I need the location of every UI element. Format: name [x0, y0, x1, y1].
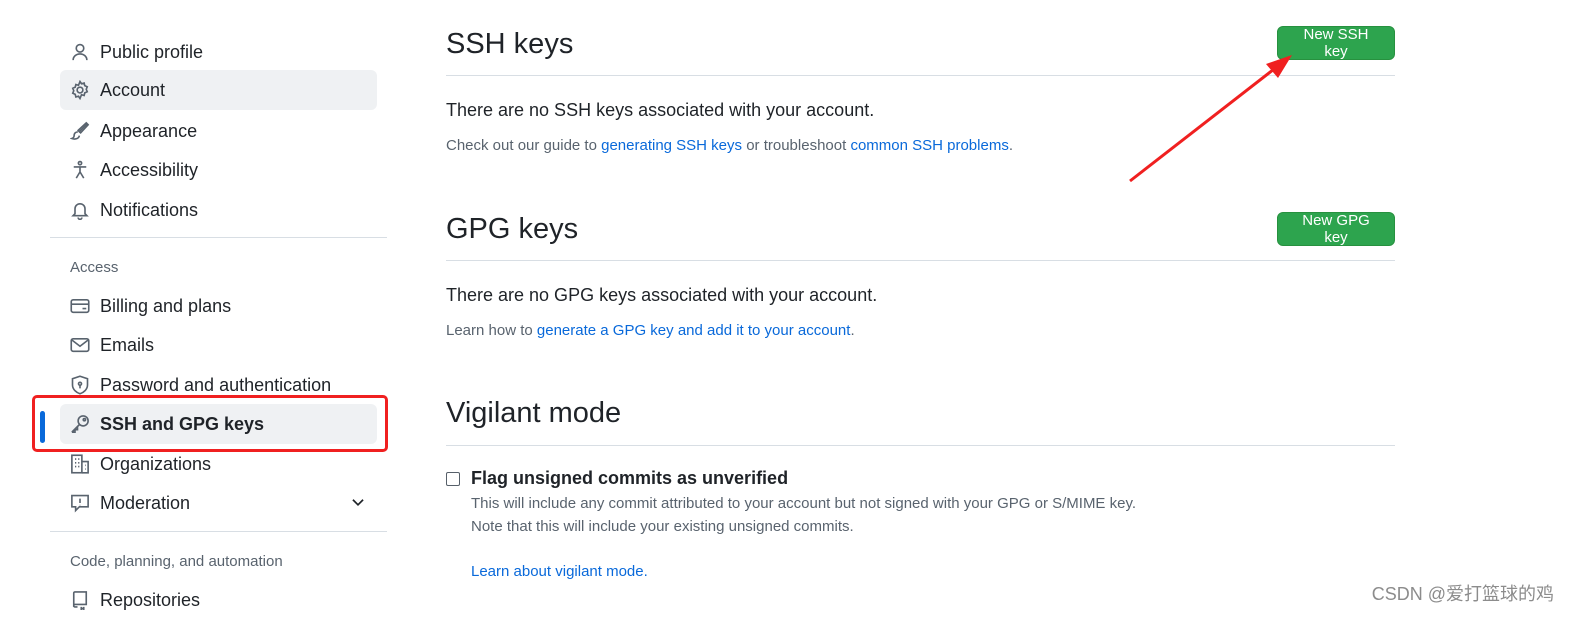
sidebar-item-appearance[interactable]: Appearance	[60, 111, 377, 151]
mail-icon	[70, 335, 90, 355]
sidebar-item-accessibility[interactable]: Accessibility	[60, 150, 377, 190]
vigilant-learn-more: Learn about vigilant mode.	[471, 563, 648, 580]
gear-icon	[70, 80, 90, 100]
section-divider	[446, 260, 1395, 261]
credit-card-icon	[70, 296, 90, 316]
sidebar-item-label: Accessibility	[100, 159, 199, 180]
sidebar-divider	[50, 531, 387, 532]
sidebar-item-moderation[interactable]: Moderation	[60, 483, 377, 523]
flag-unsigned-commits-checkbox[interactable]	[446, 472, 460, 486]
common-ssh-problems-link[interactable]: common SSH problems	[850, 137, 1008, 154]
note-text: .	[643, 563, 648, 580]
section-label-code-planning: Code, planning, and automation	[70, 553, 283, 570]
ssh-guide-note: Check out our guide to generating SSH ke…	[446, 137, 1013, 154]
ssh-keys-title: SSH keys	[446, 28, 574, 60]
sidebar-item-label: Organizations	[100, 453, 212, 474]
gpg-keys-title: GPG keys	[446, 213, 579, 245]
generate-gpg-key-link[interactable]: generate a GPG key and add it to your ac…	[537, 322, 851, 339]
ssh-empty-message: There are no SSH keys associated with yo…	[446, 100, 875, 120]
paintbrush-icon	[70, 121, 90, 141]
sidebar-item-label: Notifications	[100, 199, 199, 220]
sidebar-item-billing[interactable]: Billing and plans	[60, 286, 377, 326]
vigilant-description-1: This will include any commit attributed …	[471, 495, 1137, 512]
generating-ssh-keys-link[interactable]: generating SSH keys	[601, 137, 742, 154]
gpg-empty-message: There are no GPG keys associated with yo…	[446, 285, 878, 305]
sidebar-item-label: Public profile	[100, 41, 204, 62]
flag-unsigned-commits-label[interactable]: Flag unsigned commits as unverified	[471, 468, 788, 489]
organization-icon	[70, 454, 90, 474]
sidebar-item-notifications[interactable]: Notifications	[60, 190, 377, 230]
annotation-highlight-box	[32, 395, 388, 452]
section-divider	[446, 445, 1395, 446]
vigilant-mode-title: Vigilant mode	[446, 397, 622, 429]
sidebar-item-emails[interactable]: Emails	[60, 325, 377, 365]
accessibility-icon	[70, 160, 90, 180]
sidebar-item-label: Account	[100, 79, 166, 100]
sidebar-item-label: Repositories	[100, 589, 201, 610]
repo-icon	[70, 590, 90, 610]
sidebar-item-label: Moderation	[100, 492, 191, 513]
sidebar-item-label: Appearance	[100, 120, 198, 141]
report-icon	[70, 493, 90, 513]
learn-about-vigilant-mode-link[interactable]: Learn about vigilant mode	[471, 563, 644, 580]
person-icon	[70, 42, 90, 62]
sidebar-divider	[50, 237, 387, 238]
sidebar-item-label: Billing and plans	[100, 295, 232, 316]
note-text: or troubleshoot	[742, 137, 851, 154]
new-ssh-key-button[interactable]: New SSH key	[1277, 26, 1395, 60]
section-label-access: Access	[70, 259, 119, 276]
section-divider	[446, 75, 1395, 76]
chevron-down-icon[interactable]	[349, 493, 367, 511]
bell-icon	[70, 200, 90, 220]
note-text: Learn how to	[446, 322, 537, 339]
note-text: Check out our guide to	[446, 137, 602, 154]
watermark: CSDN @爱打篮球的鸡	[1371, 584, 1554, 604]
sidebar-item-label: Emails	[100, 334, 155, 355]
new-gpg-key-button[interactable]: New GPG key	[1277, 212, 1395, 246]
sidebar-item-account[interactable]: Account	[60, 70, 377, 110]
shield-lock-icon	[70, 375, 90, 395]
sidebar-item-repositories[interactable]: Repositories	[60, 580, 377, 620]
sidebar-item-public-profile[interactable]: Public profile	[60, 32, 377, 72]
sidebar-item-label: Password and authentication	[100, 374, 332, 395]
gpg-guide-note: Learn how to generate a GPG key and add …	[446, 322, 855, 339]
note-text: .	[1008, 137, 1013, 154]
vigilant-description-2: Note that this will include your existin…	[471, 518, 854, 535]
note-text: .	[850, 322, 855, 339]
